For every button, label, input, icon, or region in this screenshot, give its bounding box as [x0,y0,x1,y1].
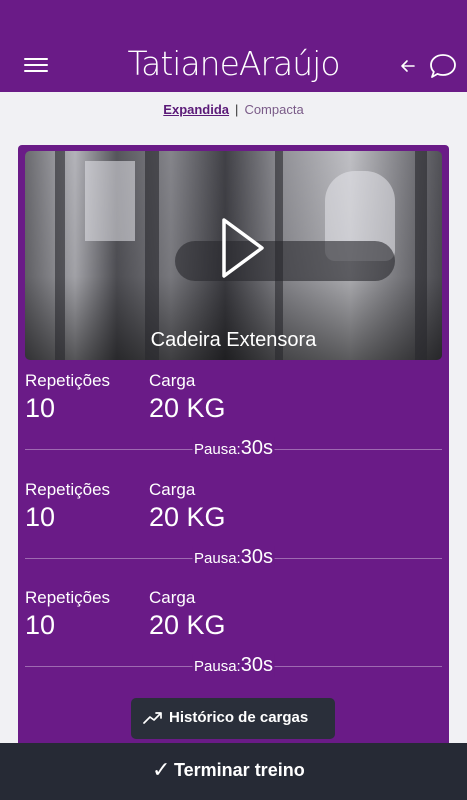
reps-label: Repetições [25,371,111,390]
check-icon: ✓ [152,757,171,782]
pause-value: 30s [240,546,273,568]
finish-workout-button[interactable]: ✓ Terminar treino [0,743,467,800]
set-row: Repetições 10 Carga 20 KG Pausa:30s [18,480,449,588]
reps-value: 10 [25,610,56,640]
load-history-label: Histórico de cargas [169,709,309,726]
exercise-title: Cadeira Extensora [150,329,317,351]
set-row: Repetições 10 Carga 20 KG Pausa:30s [18,371,449,479]
load-value: 20 KG [149,502,226,532]
pause-label: Pausa: [194,550,241,567]
set-row: Repetições 10 Carga 20 KG Pausa:30s [18,588,449,696]
reps-label: Repetições [25,480,111,499]
load-history-button[interactable]: Histórico de cargas [131,698,335,739]
exercise-card: Cadeira Extensora Repetições 10 Carga 20… [18,145,449,765]
load-value: 20 KG [149,610,226,640]
pause-label: Pausa: [194,658,241,675]
load-label: Carga [149,480,196,499]
exercise-video[interactable]: Cadeira Extensora [25,151,442,360]
pause-label: Pausa: [194,441,241,458]
load-label: Carga [149,371,196,390]
view-separator: | [235,102,239,117]
reps-value: 10 [25,393,56,423]
chat-bubble-icon[interactable] [428,51,458,81]
trending-up-icon [143,712,162,724]
reps-label: Repetições [25,588,111,607]
reps-value: 10 [25,502,56,532]
app-header: TatianeAraújo [0,0,467,92]
arrow-left-icon[interactable] [398,56,418,76]
pause-divider: Pausa:30s [25,437,442,463]
pause-value: 30s [240,654,273,676]
load-label: Carga [149,588,196,607]
pause-divider: Pausa:30s [25,546,442,572]
view-compact-link[interactable]: Compacta [244,102,303,117]
view-expanded-link[interactable]: Expandida [163,102,229,117]
view-toggle: Expandida | Compacta [0,102,467,117]
pause-value: 30s [240,437,273,459]
finish-workout-label: Terminar treino [174,760,305,780]
play-icon[interactable] [221,217,265,279]
load-value: 20 KG [149,393,226,423]
pause-divider: Pausa:30s [25,654,442,680]
app-logo: TatianeAraújo [127,44,340,83]
